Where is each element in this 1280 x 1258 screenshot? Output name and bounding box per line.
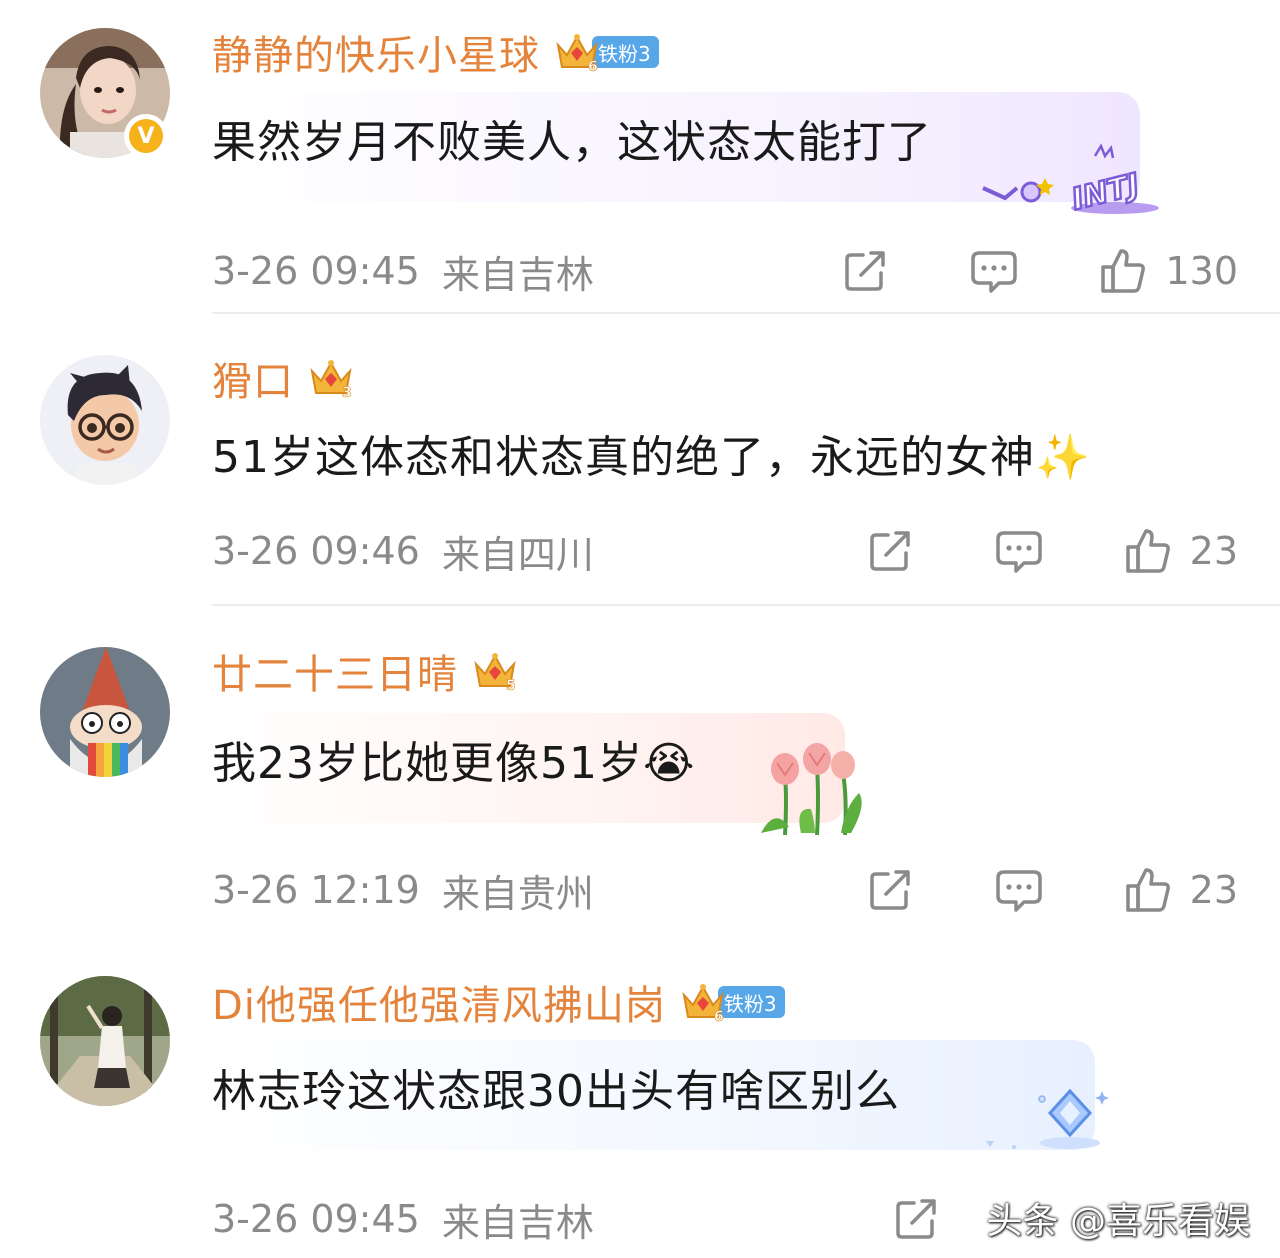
comment-actions [892, 1194, 940, 1244]
comment-meta: 3-26 09:45 来自吉林 [212, 1194, 594, 1245]
comment-meta: 3-26 12:19 来自贵州 [212, 865, 594, 916]
verified-icon: V [124, 114, 168, 158]
like-icon[interactable] [1124, 866, 1172, 914]
divider [212, 604, 1280, 606]
timestamp: 3-26 12:19 [212, 868, 420, 912]
avatar[interactable] [40, 976, 170, 1106]
location: 来自吉林 [441, 1200, 594, 1245]
comment-icon[interactable] [994, 866, 1044, 914]
username-row: Di他强任他强清风拂山岗 6 铁粉3 [212, 974, 785, 1030]
fan-badge: 铁粉3 [592, 36, 659, 68]
like-icon[interactable] [1124, 527, 1172, 575]
share-icon[interactable] [866, 866, 914, 914]
tulip-sticker [755, 737, 870, 837]
crown-icon: 5 [472, 648, 518, 694]
comment-meta: 3-26 09:46 来自四川 [212, 526, 594, 577]
crown-level: 6 [714, 1009, 724, 1025]
avatar[interactable] [40, 355, 170, 485]
crown-icon: 6 [680, 979, 726, 1025]
share-icon[interactable] [866, 527, 914, 575]
like-count: 23 [1189, 868, 1238, 912]
username[interactable]: 猾口 [212, 349, 294, 407]
share-icon[interactable] [892, 1195, 940, 1243]
username-row: 猾口 3 [212, 350, 354, 406]
comment-icon[interactable] [994, 527, 1044, 575]
diamond-sticker [980, 1087, 1115, 1157]
location: 来自贵州 [441, 871, 594, 916]
crown-level: 5 [506, 678, 516, 694]
comment-actions: 23 [866, 865, 1238, 915]
share-icon[interactable] [841, 247, 889, 295]
crown-level: 3 [342, 385, 352, 401]
comment-text: 我23岁比她更像51岁😭 [212, 738, 696, 789]
avatar[interactable] [40, 647, 170, 777]
watermark: 头条 @喜乐看娱 [986, 1201, 1250, 1242]
comment-meta: 3-26 09:45 来自吉林 [212, 246, 594, 297]
timestamp: 3-26 09:45 [212, 1197, 420, 1241]
username[interactable]: Di他强任他强清风拂山岗 [212, 973, 666, 1031]
timestamp: 3-26 09:46 [212, 529, 420, 573]
username[interactable]: 廿二十三日晴 [212, 642, 458, 700]
comment-text: 林志玲这状态跟30出头有啥区别么 [212, 1066, 900, 1117]
like-count: 130 [1165, 249, 1238, 293]
like-icon[interactable] [1099, 247, 1147, 295]
comment-actions: 130 [841, 246, 1238, 296]
fan-badge: 铁粉3 [717, 986, 785, 1018]
like-count: 23 [1189, 529, 1238, 573]
username-row: 廿二十三日晴 5 [212, 643, 518, 699]
location: 来自四川 [441, 532, 594, 577]
intj-sticker: INTJ [975, 140, 1165, 220]
comment-item: 猾口 3 51岁这体态和状态真的绝了，永远的女神✨ 3-26 09:46 来自四… [0, 315, 1280, 607]
comment-text: 51岁这体态和状态真的绝了，永远的女神✨ [212, 432, 1091, 483]
username[interactable]: 静静的快乐小星球 [212, 23, 540, 81]
comment-item: 廿二十三日晴 5 我23岁比她更像51岁😭 3-26 12:19 来自贵州 23 [0, 607, 1280, 952]
crown-icon: 6 [554, 29, 600, 75]
timestamp: 3-26 09:45 [212, 249, 420, 293]
location: 来自吉林 [441, 252, 594, 297]
divider [212, 312, 1280, 314]
comment-icon[interactable] [969, 247, 1019, 295]
comment-text: 果然岁月不败美人，这状态太能打了 [212, 117, 932, 168]
comment-item: V 静静的快乐小星球 6 铁粉3 果然岁月不败美人，这状态太能打了 INTJ 3… [0, 0, 1280, 315]
crown-level: 6 [588, 59, 598, 75]
comment-actions: 23 [866, 526, 1238, 576]
crown-icon: 3 [308, 355, 354, 401]
username-row: 静静的快乐小星球 6 铁粉3 [212, 24, 659, 80]
